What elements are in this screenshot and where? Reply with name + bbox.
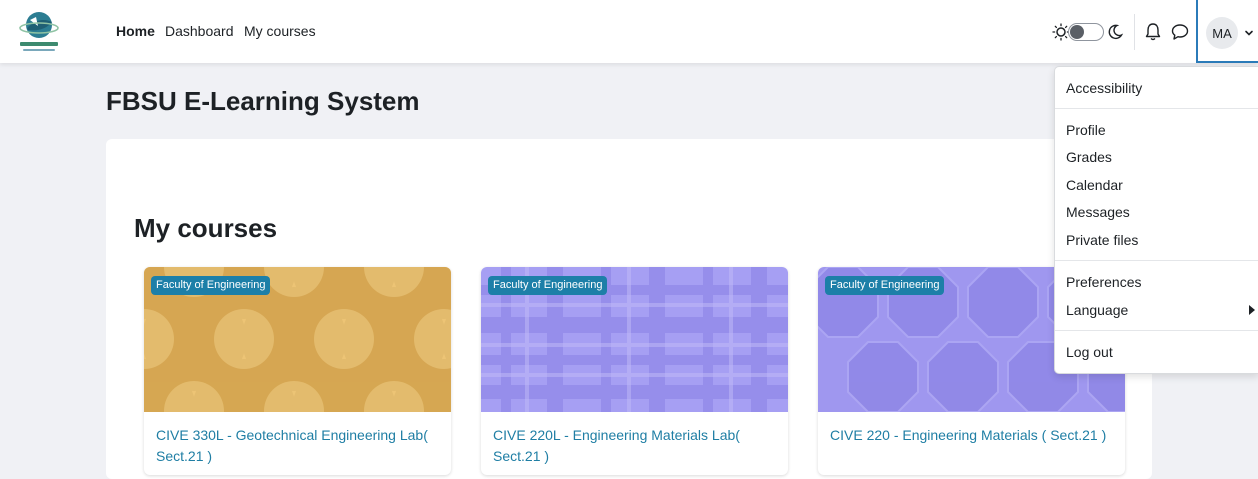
course-card[interactable]: Faculty of Engineering CIVE 330L - Geote… <box>144 267 451 475</box>
page-title: FBSU E-Learning System <box>106 86 420 116</box>
user-avatar[interactable]: MA <box>1206 17 1238 49</box>
menu-item-private-files[interactable]: Private files <box>1066 232 1138 248</box>
navbar-divider <box>1134 14 1135 50</box>
menu-item-log-out[interactable]: Log out <box>1066 344 1113 360</box>
caret-right-icon <box>1249 305 1255 315</box>
bell-icon[interactable] <box>1142 20 1164 44</box>
menu-item-profile[interactable]: Profile <box>1066 122 1106 138</box>
menu-item-grades[interactable]: Grades <box>1066 149 1112 165</box>
menu-divider <box>1055 330 1258 331</box>
course-category-badge: Faculty of Engineering <box>151 276 271 295</box>
course-category-badge: Faculty of Engineering <box>488 276 608 295</box>
menu-divider <box>1055 108 1258 109</box>
course-card[interactable]: Faculty of Engineering CIVE 220L - Engin… <box>481 267 788 475</box>
menu-item-messages[interactable]: Messages <box>1066 204 1130 220</box>
university-logo-icon[interactable] <box>14 8 64 56</box>
moon-icon <box>1108 24 1124 40</box>
menu-divider <box>1055 260 1258 261</box>
course-category-badge: Faculty of Engineering <box>825 276 945 295</box>
theme-switch[interactable] <box>1068 23 1104 41</box>
nav-home-link[interactable]: Home <box>116 23 155 39</box>
top-navbar: Home Dashboard My courses MA <box>0 0 1258 63</box>
user-dropdown-menu: Accessibility Profile Grades Calendar Me… <box>1054 66 1258 374</box>
menu-item-preferences[interactable]: Preferences <box>1066 274 1141 290</box>
section-title: My courses <box>134 213 278 243</box>
chat-bubble-icon[interactable] <box>1169 20 1191 44</box>
menu-item-calendar[interactable]: Calendar <box>1066 177 1123 193</box>
nav-my-courses-link[interactable]: My courses <box>244 23 316 39</box>
course-title-link[interactable]: CIVE 220 - Engineering Materials ( Sect.… <box>830 425 1118 446</box>
user-menu-toggle[interactable]: MA <box>1196 0 1258 63</box>
menu-item-language[interactable]: Language <box>1066 302 1128 318</box>
course-title-link[interactable]: CIVE 220L - Engineering Materials Lab( S… <box>493 425 781 467</box>
nav-dashboard-link[interactable]: Dashboard <box>165 23 234 39</box>
switch-knob <box>1070 25 1084 39</box>
menu-item-accessibility[interactable]: Accessibility <box>1066 80 1142 96</box>
course-title-link[interactable]: CIVE 330L - Geotechnical Engineering Lab… <box>156 425 444 467</box>
chevron-down-icon[interactable] <box>1244 28 1254 38</box>
